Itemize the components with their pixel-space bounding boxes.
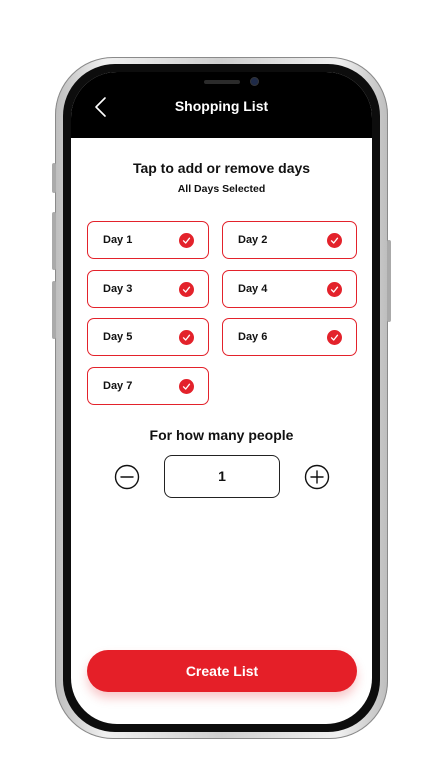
check-icon [179, 282, 194, 297]
plus-circle-icon [304, 464, 330, 490]
people-count-field[interactable]: 1 [164, 455, 280, 498]
day-toggle-5[interactable]: Day 5 [87, 318, 209, 356]
day-label: Day 7 [103, 380, 133, 392]
page-title: Shopping List [174, 98, 269, 114]
check-icon [327, 282, 342, 297]
check-icon [179, 330, 194, 345]
phone-side-button [52, 163, 56, 193]
header-bar: Shopping List [71, 72, 372, 138]
days-selection-status: All Days Selected [177, 183, 266, 195]
create-list-button[interactable]: Create List [87, 650, 357, 692]
day-toggle-7[interactable]: Day 7 [87, 367, 209, 405]
day-toggle-1[interactable]: Day 1 [87, 221, 209, 259]
days-instruction: Tap to add or remove days [132, 160, 311, 176]
phone-side-button [387, 240, 391, 322]
check-icon [327, 233, 342, 248]
phone-side-button [52, 212, 56, 270]
minus-circle-icon [114, 464, 140, 490]
decrement-button[interactable] [114, 464, 140, 490]
day-toggle-3[interactable]: Day 3 [87, 270, 209, 308]
day-label: Day 3 [103, 283, 133, 295]
day-toggle-4[interactable]: Day 4 [222, 270, 357, 308]
phone-side-button [52, 281, 56, 339]
day-label: Day 2 [238, 234, 268, 246]
check-icon [179, 233, 194, 248]
app-screen: Shopping List Tap to add or remove days … [71, 72, 372, 724]
front-camera [250, 77, 259, 86]
day-label: Day 6 [238, 331, 268, 343]
day-label: Day 1 [103, 234, 133, 246]
check-icon [327, 330, 342, 345]
day-label: Day 5 [103, 331, 133, 343]
day-toggle-2[interactable]: Day 2 [222, 221, 357, 259]
people-count-question: For how many people [149, 427, 294, 443]
day-label: Day 4 [238, 283, 268, 295]
day-toggle-6[interactable]: Day 6 [222, 318, 357, 356]
speaker-grille [204, 80, 240, 84]
check-icon [179, 379, 194, 394]
increment-button[interactable] [304, 464, 330, 490]
